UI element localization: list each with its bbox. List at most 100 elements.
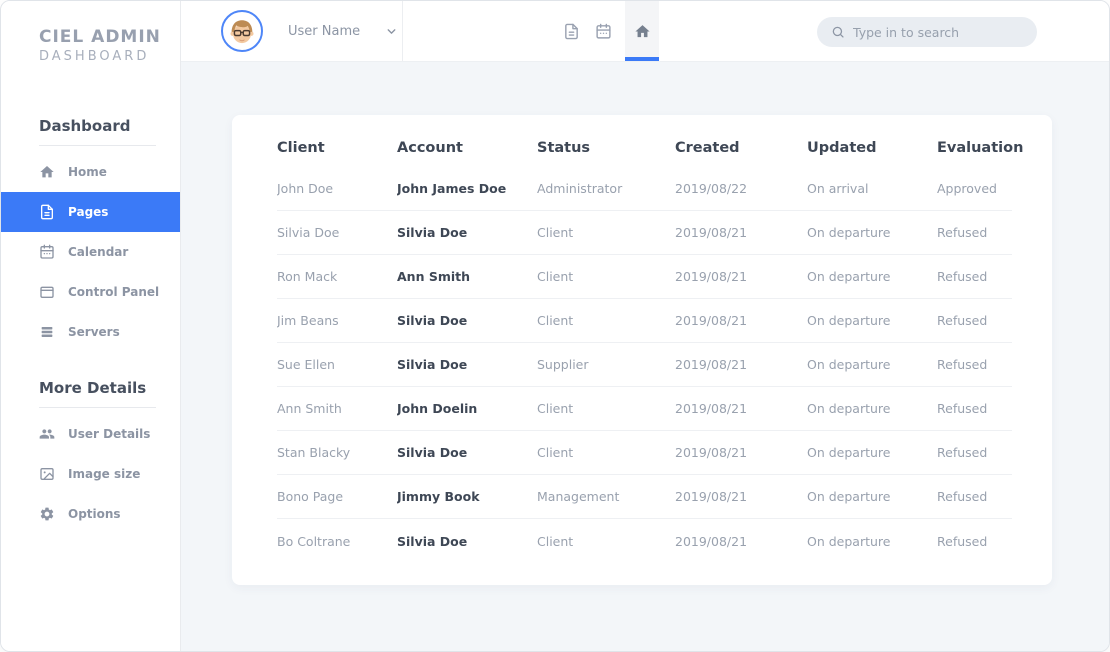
window-icon	[39, 284, 55, 300]
user-menu[interactable]: User Name	[181, 1, 403, 61]
table-row: John Doe John James Doe Administrator 2019/…	[277, 167, 1012, 211]
sidebar-item-label: User Details	[68, 427, 151, 441]
cell-evaluation: Approved	[937, 181, 997, 196]
cell-account: Silvia Doe	[397, 445, 468, 460]
table-row: Bo Coltrane Silvia Doe Client 2019/08/21 On …	[277, 519, 1012, 563]
app-logo: CIEL ADMIN DASHBOARD	[1, 1, 180, 66]
cell-client: Jim Beans	[277, 313, 339, 328]
column-header-updated: Updated	[807, 140, 877, 156]
cell-evaluation: Refused	[937, 225, 988, 240]
sidebar-item-label: Home	[68, 165, 107, 179]
sidebar-section-heading: More Details	[39, 379, 147, 397]
sidebar-item-calendar[interactable]: Calendar	[1, 232, 180, 272]
cell-account: Jimmy Book	[397, 489, 480, 504]
cell-status: Administrator	[537, 181, 623, 196]
cell-client: Ann Smith	[277, 401, 342, 416]
main-area: User Name Client Account Status Created Upda…	[181, 1, 1109, 651]
content-area: Client Account Status Created Updated Evaluat…	[181, 62, 1109, 651]
sidebar-item-label: Servers	[68, 325, 120, 339]
cell-updated: On departure	[807, 357, 891, 372]
cell-status: Client	[537, 533, 574, 549]
cell-created: 2019/08/21	[675, 401, 748, 416]
table-row: Silvia Doe Silvia Doe Client 2019/08/21 On d…	[277, 211, 1012, 255]
cell-status: Client	[537, 313, 574, 328]
sidebar-item-label: Options	[68, 507, 121, 521]
cell-updated: On departure	[807, 401, 891, 416]
sidebar-item-pages[interactable]: Pages	[1, 192, 180, 232]
home-tab[interactable]	[625, 1, 659, 61]
cell-created: 2019/08/21	[675, 533, 748, 549]
cell-evaluation: Refused	[937, 313, 988, 328]
sidebar-item-image-size[interactable]: Image size	[1, 454, 180, 494]
sidebar-item-control-panel[interactable]: Control Panel	[1, 272, 180, 312]
cell-client: Bono Page	[277, 489, 344, 504]
cell-created: 2019/08/21	[675, 489, 748, 504]
cell-account: Silvia Doe	[397, 357, 468, 372]
cell-client: Silvia Doe	[277, 225, 340, 240]
users-icon	[39, 426, 55, 442]
sidebar-divider	[39, 145, 156, 146]
cell-evaluation: Refused	[937, 401, 988, 416]
cell-client: Ron Mack	[277, 269, 338, 284]
cell-client: John Doe	[277, 181, 334, 196]
cell-evaluation: Refused	[937, 357, 988, 372]
sidebar: CIEL ADMIN DASHBOARD Dashboard Home Pages C…	[1, 1, 181, 651]
search-box	[817, 17, 1037, 47]
column-header-account: Account	[397, 140, 463, 156]
cell-updated: On departure	[807, 533, 891, 549]
gear-icon	[39, 506, 55, 522]
cell-evaluation: Refused	[937, 489, 988, 504]
cell-account: Silvia Doe	[397, 313, 468, 328]
cell-created: 2019/08/21	[675, 269, 748, 284]
topbar: User Name	[181, 1, 1109, 62]
search-icon	[832, 26, 844, 38]
table-row: Ron Mack Ann Smith Client 2019/08/21 On depa…	[277, 255, 1012, 299]
cell-status: Client	[537, 225, 574, 240]
sidebar-item-home[interactable]: Home	[1, 152, 180, 192]
cell-status: Supplier	[537, 357, 589, 372]
cell-created: 2019/08/22	[675, 181, 748, 196]
cell-account: John James Doe	[397, 181, 507, 196]
column-header-evaluation: Evaluation	[937, 140, 1024, 156]
cell-updated: On departure	[807, 489, 891, 504]
cell-client: Bo Coltrane	[277, 533, 351, 549]
sidebar-nav: Dashboard Home Pages Calendar Control Panel S…	[1, 116, 180, 534]
server-icon	[39, 324, 55, 340]
cell-updated: On arrival	[807, 181, 869, 196]
data-table-card: Client Account Status Created Updated Evaluat…	[232, 115, 1052, 585]
sidebar-item-user-details[interactable]: User Details	[1, 414, 180, 454]
logo-subtitle: DASHBOARD	[39, 49, 150, 64]
file-icon[interactable]	[555, 1, 587, 61]
cell-created: 2019/08/21	[675, 225, 748, 240]
calendar-icon	[39, 244, 55, 260]
sidebar-item-options[interactable]: Options	[1, 494, 180, 534]
cell-client: Sue Ellen	[277, 357, 335, 372]
table-body: John Doe John James Doe Administrator 2019/…	[277, 167, 1012, 563]
cell-created: 2019/08/21	[675, 313, 748, 328]
cell-account: Ann Smith	[397, 269, 471, 284]
chevron-down-icon	[387, 28, 396, 34]
table-row: Sue Ellen Silvia Doe Supplier 2019/08/21 On …	[277, 343, 1012, 387]
cell-created: 2019/08/21	[675, 445, 748, 460]
cell-updated: On departure	[807, 269, 891, 284]
cell-status: Client	[537, 401, 574, 416]
cell-created: 2019/08/21	[675, 357, 748, 372]
sidebar-divider	[39, 407, 156, 408]
column-header-client: Client	[277, 140, 325, 156]
avatar	[221, 10, 263, 52]
column-header-created: Created	[675, 140, 740, 156]
calendar-icon[interactable]	[587, 1, 619, 61]
sidebar-item-label: Calendar	[68, 245, 129, 259]
cell-evaluation: Refused	[937, 269, 988, 284]
sidebar-item-label: Control Panel	[68, 285, 160, 299]
cell-updated: On departure	[807, 225, 891, 240]
search-input[interactable]	[853, 24, 1025, 40]
logo-title: CIEL ADMIN	[39, 27, 161, 47]
table-row: Stan Blacky Silvia Doe Client 2019/08/21 On …	[277, 431, 1012, 475]
cell-account: Silvia Doe	[397, 533, 468, 549]
topbar-shortcuts	[555, 1, 659, 61]
cell-status: Client	[537, 445, 574, 460]
app-window: CIEL ADMIN DASHBOARD Dashboard Home Pages C…	[0, 0, 1110, 652]
table-row: Bono Page Jimmy Book Management 2019/08/21 O…	[277, 475, 1012, 519]
sidebar-item-servers[interactable]: Servers	[1, 312, 180, 352]
